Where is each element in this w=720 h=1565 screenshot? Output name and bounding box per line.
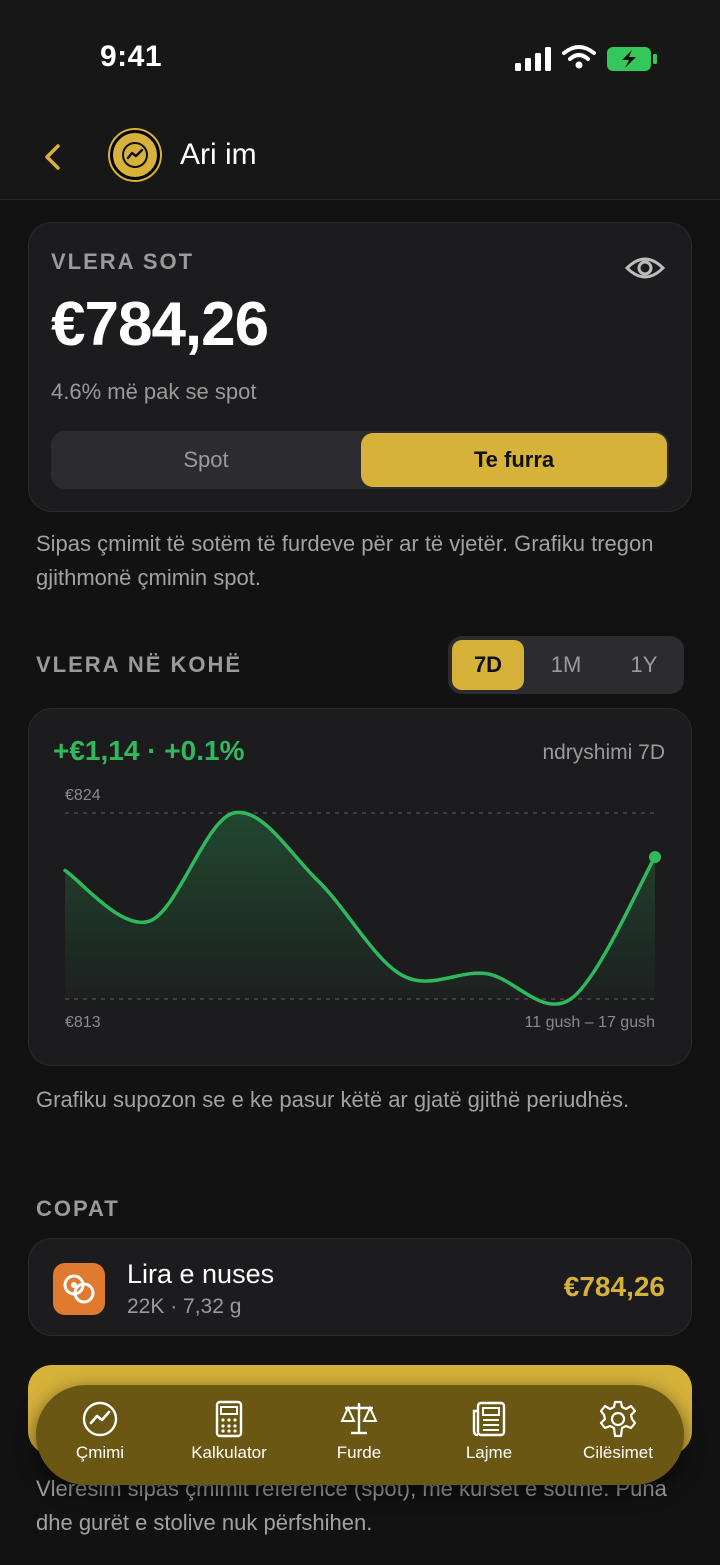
tab-lajme[interactable]: Lajme: [429, 1399, 549, 1479]
chart-area-fill: [65, 812, 655, 1005]
battery-charging-icon: [607, 47, 657, 71]
segment-spot[interactable]: Spot: [53, 433, 359, 487]
value-label: VLERA SOT: [51, 249, 195, 274]
coins-icon: [53, 1263, 105, 1315]
chart-card: +€1,14 · +0.1% ndryshimi 7D €824 €813 11…: [28, 708, 692, 1066]
tab-label: Çmimi: [75, 1443, 125, 1462]
nav-bar: Ari im: [0, 110, 720, 200]
value-comparison: 4.6% më pak se spot: [51, 379, 257, 404]
tab-cilesimet[interactable]: Cilësimet: [558, 1399, 678, 1479]
tab-cmimi[interactable]: Çmimi: [40, 1399, 160, 1479]
x-range-label: 11 gush – 17 gush: [524, 1014, 655, 1031]
list-item[interactable]: Lira e nuses 22K · 7,32 g €784,26: [28, 1238, 692, 1336]
item-detail: 22K · 7,32 g: [127, 1295, 242, 1318]
range-selector: 7D 1M 1Y: [448, 636, 684, 694]
app-logo: [110, 130, 160, 180]
value-card: VLERA SOT €784,26 4.6% më pak se spot Sp…: [28, 222, 692, 512]
tab-label: Furde: [336, 1443, 382, 1462]
item-name: Lira e nuses: [127, 1259, 275, 1289]
y-min-label: €813: [65, 1014, 101, 1031]
gear-icon: [599, 1400, 637, 1438]
range-7d[interactable]: 7D: [452, 640, 524, 690]
value-note: Sipas çmimit të sotëm të furdeve për ar …: [36, 531, 654, 590]
status-bar: 9:41: [0, 0, 720, 110]
wifi-icon: [562, 45, 596, 69]
eye-icon[interactable]: [625, 253, 665, 283]
calculator-icon: [215, 1400, 243, 1438]
scale-icon: [340, 1403, 378, 1435]
tab-label: Cilësimet: [583, 1443, 653, 1462]
news-icon: [472, 1401, 506, 1437]
tab-furde[interactable]: Furde: [299, 1399, 419, 1479]
trend-icon: [82, 1401, 118, 1437]
current-value: €784,26: [51, 290, 269, 359]
signal-icon: [515, 47, 551, 71]
chart-last-point: [649, 850, 661, 863]
tab-bar: Çmimi Kalkulator Furde Lajme Cilësimet: [36, 1385, 684, 1485]
tab-kalkulator[interactable]: Kalkulator: [169, 1399, 289, 1479]
range-1y[interactable]: 1Y: [608, 640, 680, 690]
section-title-copat: COPAT: [36, 1196, 120, 1221]
trend-line-icon: [122, 142, 148, 168]
price-basis-segmented-control: Spot Te furra: [51, 431, 669, 489]
back-chevron-icon[interactable]: [40, 142, 66, 172]
range-1m[interactable]: 1M: [530, 640, 602, 690]
chart-note: Grafiku supozon se e ke pasur këtë ar gj…: [36, 1087, 630, 1112]
tab-label: Kalkulator: [191, 1443, 267, 1462]
segment-te-furra[interactable]: Te furra: [361, 433, 667, 487]
tab-label: Lajme: [465, 1443, 513, 1462]
item-value: €784,26: [563, 1271, 665, 1302]
page-title: Ari im: [180, 138, 257, 171]
status-time: 9:41: [100, 40, 163, 73]
section-title-over-time: VLERA NË KOHË: [36, 652, 243, 677]
y-max-label: €824: [65, 787, 101, 804]
